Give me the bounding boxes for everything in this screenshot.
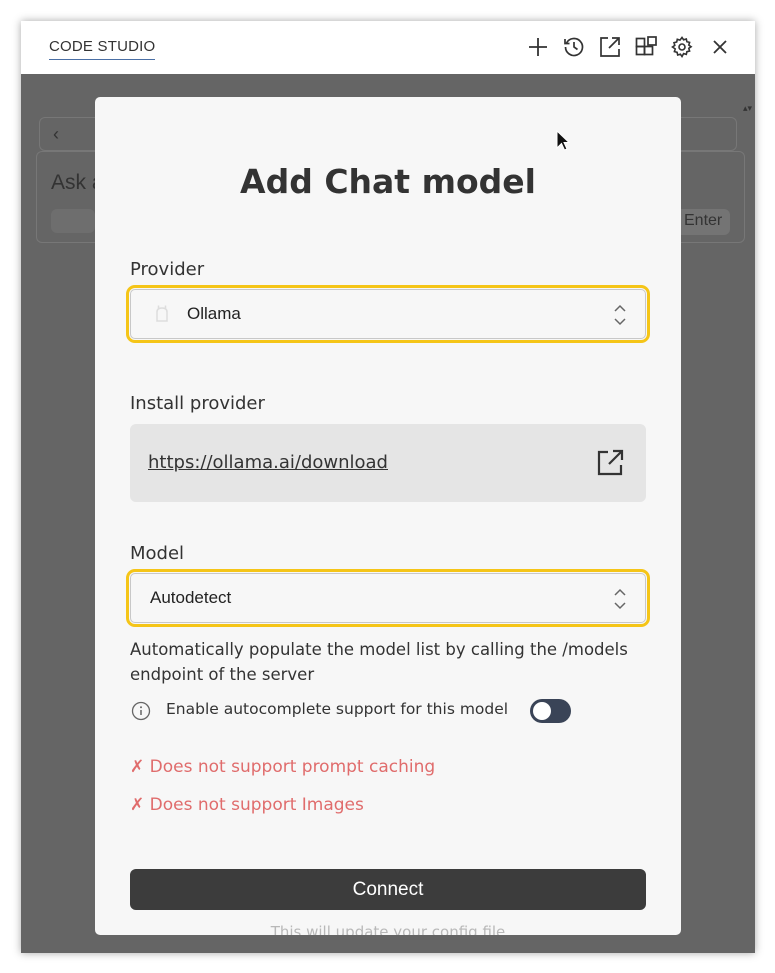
app-title-tab[interactable]: CODE STUDIO (49, 38, 156, 60)
add-chat-model-dialog: Add Chat model Provider Ollama Install p… (95, 97, 681, 935)
context-chip (51, 209, 95, 233)
provider-value: Ollama (187, 304, 241, 323)
model-label: Model (130, 543, 185, 564)
info-icon (131, 701, 151, 721)
model-description: Automatically populate the model list by… (130, 640, 628, 684)
toggle-knob (533, 702, 551, 720)
back-chevron-icon: ‹ (53, 124, 59, 144)
external-open-icon[interactable] (598, 35, 622, 59)
ollama-logo-icon (156, 305, 168, 322)
autocomplete-toggle[interactable] (530, 699, 571, 723)
connect-button[interactable]: Connect (130, 869, 646, 910)
chevron-up-down-icon (614, 304, 626, 326)
warning-prompt-caching: ✗ Does not support prompt caching (130, 757, 436, 777)
provider-label: Provider (130, 259, 205, 280)
config-footnote: This will update your config file (270, 923, 506, 935)
mouse-cursor-icon (556, 130, 570, 151)
model-value: Autodetect (150, 588, 232, 607)
autocomplete-row: Enable autocomplete support for this mod… (130, 699, 650, 723)
dialog-title: Add Chat model (240, 162, 536, 201)
warning-images: ✗ Does not support Images (130, 795, 364, 815)
layout-icon[interactable] (634, 35, 658, 59)
install-link[interactable]: https://ollama.ai/download (148, 452, 388, 473)
model-select[interactable]: Autodetect (126, 569, 650, 627)
app-window: CODE STUDIO ‹ ▴▾ Ask a Enter Add Chat mo… (21, 21, 755, 953)
plus-icon[interactable] (526, 35, 550, 59)
provider-select[interactable]: Ollama (126, 285, 650, 343)
close-icon[interactable] (708, 35, 732, 59)
install-provider-label: Install provider (130, 393, 265, 414)
history-icon[interactable] (562, 35, 586, 59)
title-bar: CODE STUDIO (21, 21, 755, 74)
scroll-arrows-icon: ▴▾ (743, 104, 753, 114)
external-link-icon[interactable] (594, 447, 626, 479)
autocomplete-label: Enable autocomplete support for this mod… (166, 700, 509, 718)
chevron-up-down-icon (614, 588, 626, 610)
gear-icon[interactable] (670, 35, 694, 59)
install-provider-box: https://ollama.ai/download (130, 424, 646, 502)
enter-button: Enter (676, 209, 730, 235)
